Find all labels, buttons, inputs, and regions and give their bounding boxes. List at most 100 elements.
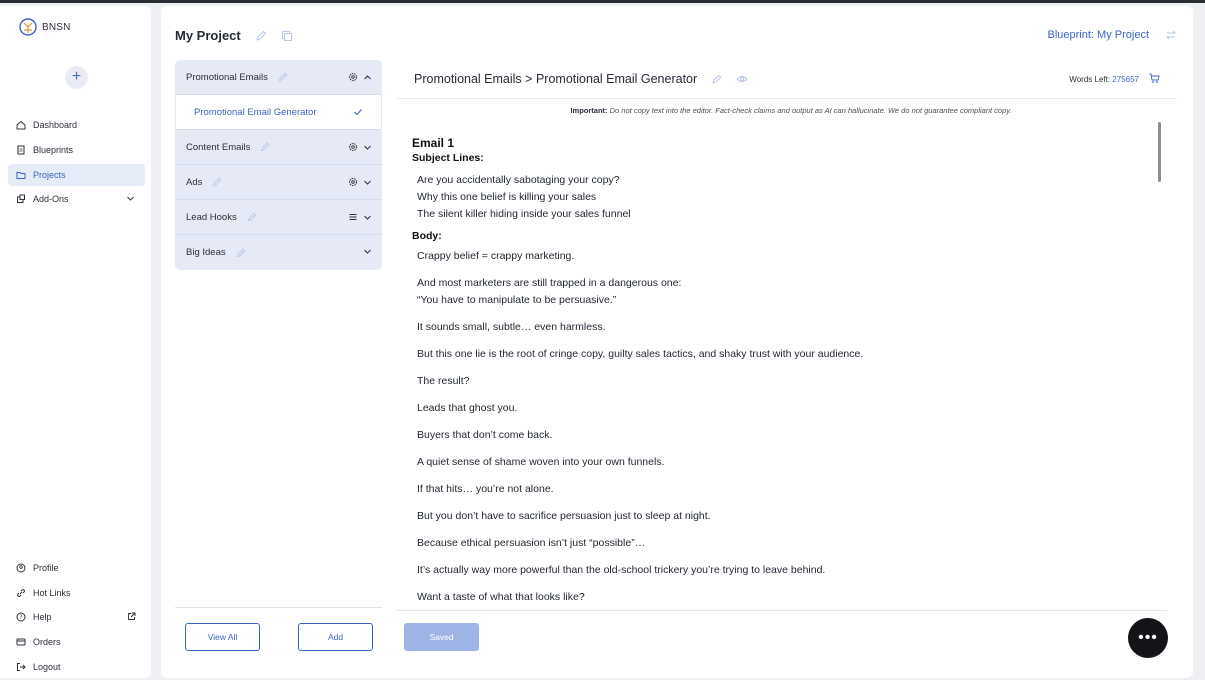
puzzle-icon bbox=[16, 194, 26, 204]
project-title-row: My Project bbox=[175, 28, 293, 43]
sidebar: BNSN + Dashboard Blueprints Projects Add… bbox=[0, 6, 151, 678]
body-line: “You have to manipulate to be persuasive… bbox=[417, 294, 617, 306]
body-paragraph: Crappy belief = crappy marketing. bbox=[417, 250, 575, 262]
divider bbox=[397, 610, 1167, 611]
subject-line: Why this one belief is killing your sale… bbox=[417, 191, 597, 203]
cart-icon[interactable] bbox=[1149, 73, 1160, 84]
chevron-down-icon[interactable] bbox=[363, 213, 372, 222]
main-panel: My Project Blueprint: My Project Promoti… bbox=[161, 6, 1193, 678]
link-icon bbox=[16, 588, 26, 598]
check-icon bbox=[354, 109, 362, 116]
body-label: Body: bbox=[412, 230, 442, 242]
words-left: Words Left: 275657 bbox=[1069, 75, 1139, 84]
gear-icon[interactable] bbox=[348, 142, 358, 152]
view-all-button[interactable]: View All bbox=[185, 623, 260, 651]
chevron-down-icon[interactable] bbox=[126, 194, 135, 203]
accordion-item-label: Promotional Emails bbox=[186, 71, 268, 83]
nav-projects[interactable]: Projects bbox=[8, 164, 145, 186]
pencil-icon[interactable] bbox=[278, 72, 288, 82]
accordion-item-ads[interactable]: Ads bbox=[175, 165, 382, 200]
blueprint-link[interactable]: Blueprint: My Project bbox=[1048, 29, 1149, 41]
body-paragraph: If that hits… you’re not alone. bbox=[417, 483, 554, 495]
list-icon[interactable] bbox=[348, 212, 358, 222]
accordion-sub-item-promotional-email-generator[interactable]: Promotional Email Generator bbox=[175, 95, 382, 130]
nav-label: Orders bbox=[33, 637, 61, 647]
pencil-icon[interactable] bbox=[711, 74, 722, 85]
body-paragraph: And most marketers are still trapped in … bbox=[412, 275, 1152, 309]
external-link-icon bbox=[128, 612, 136, 620]
add-button[interactable]: Add bbox=[298, 623, 373, 651]
disclaimer: Important: Do not copy text into the edi… bbox=[411, 106, 1171, 115]
body-line: And most marketers are still trapped in … bbox=[417, 277, 682, 289]
accordion-item-label: Big Ideas bbox=[186, 247, 226, 258]
gear-icon[interactable] bbox=[348, 177, 358, 187]
body-paragraph: A quiet sense of shame woven into your o… bbox=[417, 456, 665, 468]
nav-orders[interactable]: Orders bbox=[8, 631, 145, 653]
nav-logout[interactable]: Logout bbox=[8, 656, 145, 678]
accordion-item-promotional-emails[interactable]: Promotional Emails bbox=[175, 60, 382, 95]
breadcrumb-parent[interactable]: Promotional Emails bbox=[414, 72, 522, 86]
window-top-bar bbox=[0, 0, 1205, 3]
folder-icon bbox=[16, 170, 26, 180]
pencil-icon[interactable] bbox=[255, 30, 267, 42]
brain-logo-icon bbox=[19, 18, 37, 36]
accordion-item-label: Lead Hooks bbox=[186, 211, 237, 223]
brand-name: BNSN bbox=[42, 21, 71, 33]
accordion-item-content-emails[interactable]: Content Emails bbox=[175, 130, 382, 165]
divider bbox=[397, 98, 1177, 99]
saved-button[interactable]: Saved bbox=[404, 623, 479, 651]
body-paragraph: It’s actually way more powerful than the… bbox=[417, 564, 826, 576]
chevron-up-icon[interactable] bbox=[363, 73, 372, 82]
accordion-item-label: Content Emails bbox=[186, 141, 251, 153]
nav-label: Profile bbox=[33, 563, 59, 573]
pencil-icon[interactable] bbox=[247, 212, 257, 222]
category-accordion: Promotional Emails Promotional Email Gen… bbox=[175, 60, 382, 270]
swap-icon[interactable] bbox=[1165, 29, 1177, 41]
nav-label: Add-Ons bbox=[33, 194, 69, 204]
breadcrumb-separator: > bbox=[525, 72, 533, 86]
accordion-item-big-ideas[interactable]: Big Ideas bbox=[175, 235, 382, 270]
document-icon bbox=[16, 145, 26, 155]
chevron-down-icon[interactable] bbox=[363, 247, 372, 256]
disclaimer-label: Important: bbox=[570, 106, 608, 115]
editor-content[interactable]: Email 1 Subject Lines: Are you accidenta… bbox=[412, 134, 1152, 608]
nav-add-ons[interactable]: Add-Ons bbox=[8, 188, 145, 210]
body-paragraph: Want a taste of what that looks like? bbox=[417, 591, 585, 603]
new-project-button[interactable]: + bbox=[65, 66, 88, 89]
pencil-icon[interactable] bbox=[212, 177, 222, 187]
gear-icon[interactable] bbox=[348, 72, 358, 82]
body-paragraph: Leads that ghost you. bbox=[417, 402, 518, 414]
brand-logo[interactable]: BNSN bbox=[18, 16, 71, 38]
subject-line: The silent killer hiding inside your sal… bbox=[417, 208, 631, 220]
nav-help[interactable]: ? Help bbox=[8, 606, 145, 628]
svg-text:?: ? bbox=[19, 614, 22, 621]
nav-label: Help bbox=[33, 612, 52, 622]
chevron-down-icon[interactable] bbox=[363, 143, 372, 152]
pencil-icon[interactable] bbox=[236, 248, 246, 258]
more-actions-button[interactable]: ••• bbox=[1128, 618, 1168, 658]
help-icon: ? bbox=[16, 612, 26, 622]
logout-icon bbox=[16, 662, 26, 672]
copy-icon[interactable] bbox=[281, 30, 293, 42]
body-paragraph: Buyers that don’t come back. bbox=[417, 429, 553, 441]
nav-hot-links[interactable]: Hot Links bbox=[8, 582, 145, 604]
body-paragraph: But this one lie is the root of cringe c… bbox=[417, 348, 864, 360]
body-paragraph: It sounds small, subtle… even harmless. bbox=[417, 321, 606, 333]
editor-scrollbar[interactable] bbox=[1158, 122, 1161, 182]
nav-label: Hot Links bbox=[33, 588, 71, 598]
chevron-down-icon[interactable] bbox=[363, 178, 372, 187]
eye-icon[interactable] bbox=[736, 74, 748, 84]
breadcrumb-current: Promotional Email Generator bbox=[535, 72, 698, 86]
subject-lines: Are you accidentally sabotaging your cop… bbox=[412, 172, 1152, 223]
nav-profile[interactable]: Profile bbox=[8, 557, 145, 579]
pencil-icon[interactable] bbox=[260, 142, 270, 152]
accordion-item-lead-hooks[interactable]: Lead Hooks bbox=[175, 200, 382, 235]
nav-dashboard[interactable]: Dashboard bbox=[8, 114, 145, 136]
nav-blueprints[interactable]: Blueprints bbox=[8, 139, 145, 161]
body-paragraph: Because ethical persuasion isn’t just “p… bbox=[417, 537, 646, 549]
subject-lines-label: Subject Lines: bbox=[412, 152, 484, 164]
user-icon bbox=[16, 563, 26, 573]
editor-breadcrumb: Promotional Emails > Promotional Email G… bbox=[414, 72, 748, 86]
orders-icon bbox=[16, 637, 26, 647]
nav-label: Projects bbox=[33, 170, 66, 180]
